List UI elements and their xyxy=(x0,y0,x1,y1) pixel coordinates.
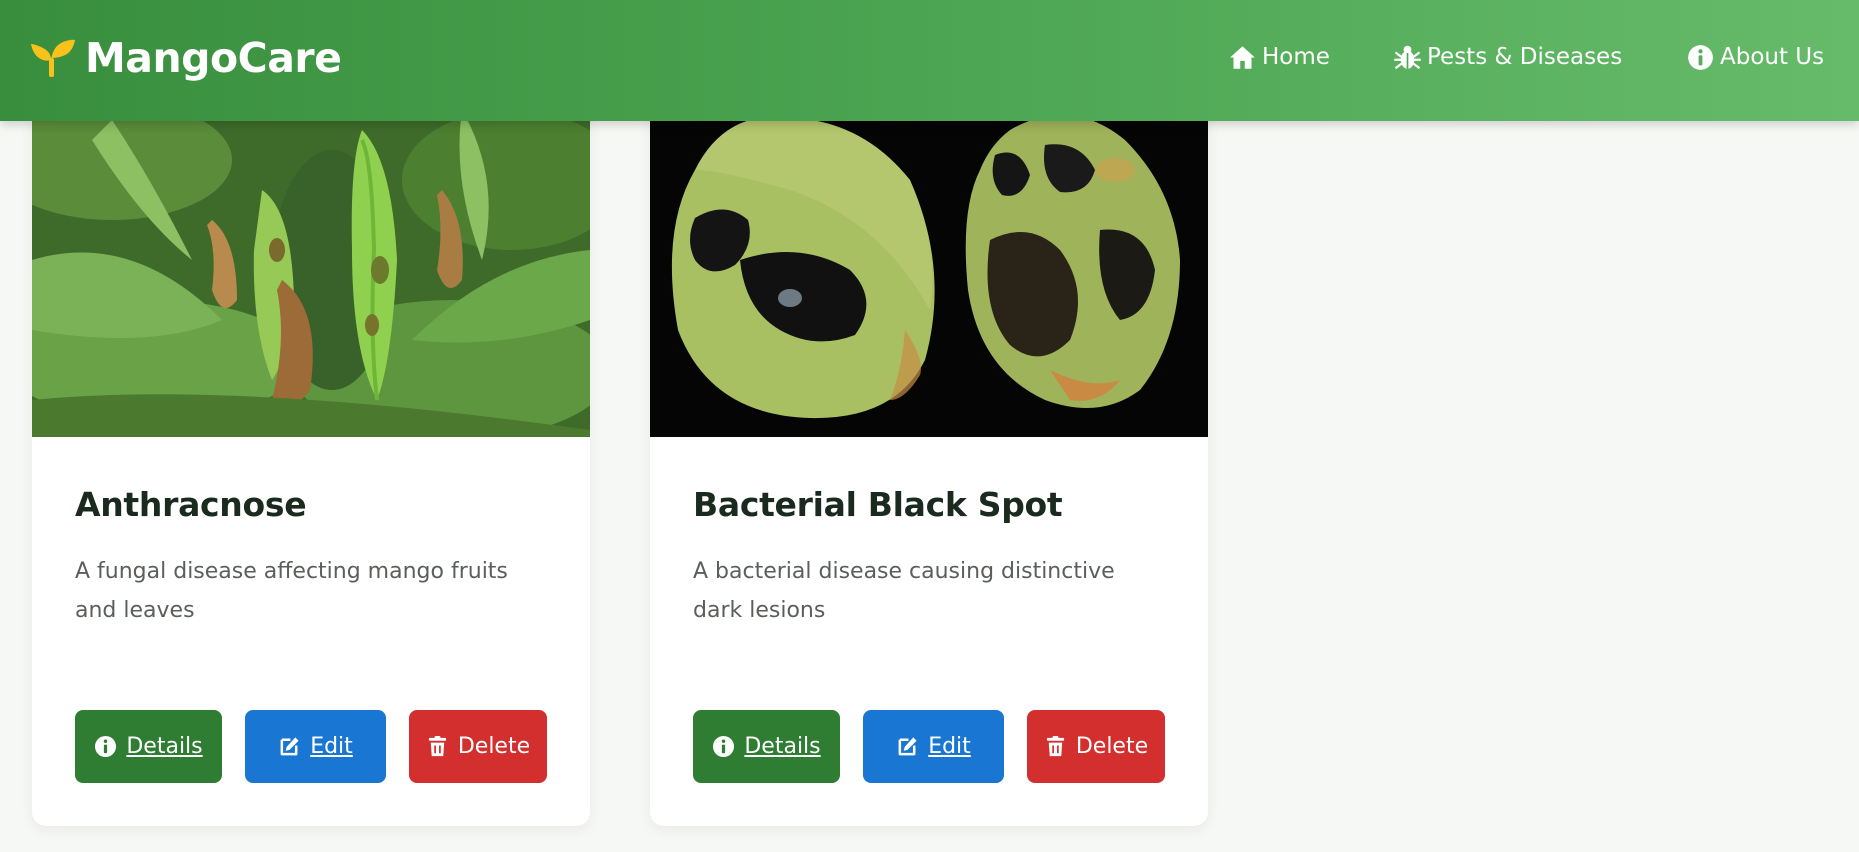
delete-button-label: Delete xyxy=(1075,734,1149,759)
brand-name: MangoCare xyxy=(85,34,342,82)
trash-icon xyxy=(428,735,446,757)
delete-button[interactable]: Delete xyxy=(409,710,547,783)
details-button-label: Details xyxy=(744,734,821,759)
bug-icon xyxy=(1394,45,1421,69)
edit-icon xyxy=(898,737,917,756)
details-button[interactable]: Details xyxy=(693,710,840,783)
delete-button-label: Delete xyxy=(457,734,531,759)
disease-card: Bacterial Black Spot A bacterial disease… xyxy=(650,100,1208,826)
edit-button-label: Edit xyxy=(310,734,353,759)
nav-home-label: Home xyxy=(1262,44,1330,70)
details-button[interactable]: Details xyxy=(75,710,222,783)
nav-about-label: About Us xyxy=(1720,44,1825,70)
card-description: A bacterial disease causing distinctive … xyxy=(693,559,1115,623)
top-navbar: MangoCare Home Pests & Diseases About Us xyxy=(0,0,1859,121)
edit-button[interactable]: Edit xyxy=(863,710,1004,783)
edit-icon xyxy=(280,737,299,756)
disease-image xyxy=(32,100,590,437)
card-description: A fungal disease affecting mango fruits … xyxy=(75,559,508,623)
details-button-label: Details xyxy=(126,734,203,759)
disease-card: Anthracnose A fungal disease affecting m… xyxy=(32,100,590,826)
nav-about-link[interactable]: About Us xyxy=(1687,38,1824,76)
card-title: Bacterial Black Spot xyxy=(693,485,1063,524)
disease-image xyxy=(650,100,1208,437)
nav-home-link[interactable]: Home xyxy=(1229,38,1330,76)
nav-pests-link[interactable]: Pests & Diseases xyxy=(1394,38,1622,76)
edit-button[interactable]: Edit xyxy=(245,710,386,783)
home-icon xyxy=(1230,45,1255,69)
card-title: Anthracnose xyxy=(75,485,307,524)
trash-icon xyxy=(1046,735,1064,757)
info-icon xyxy=(1688,44,1713,70)
info-icon xyxy=(713,735,735,758)
brand-logo[interactable]: MangoCare xyxy=(31,30,342,86)
nav-pests-label: Pests & Diseases xyxy=(1427,44,1623,70)
info-icon xyxy=(95,735,117,758)
delete-button[interactable]: Delete xyxy=(1027,710,1165,783)
edit-button-label: Edit xyxy=(928,734,971,759)
seedling-icon xyxy=(31,39,75,77)
